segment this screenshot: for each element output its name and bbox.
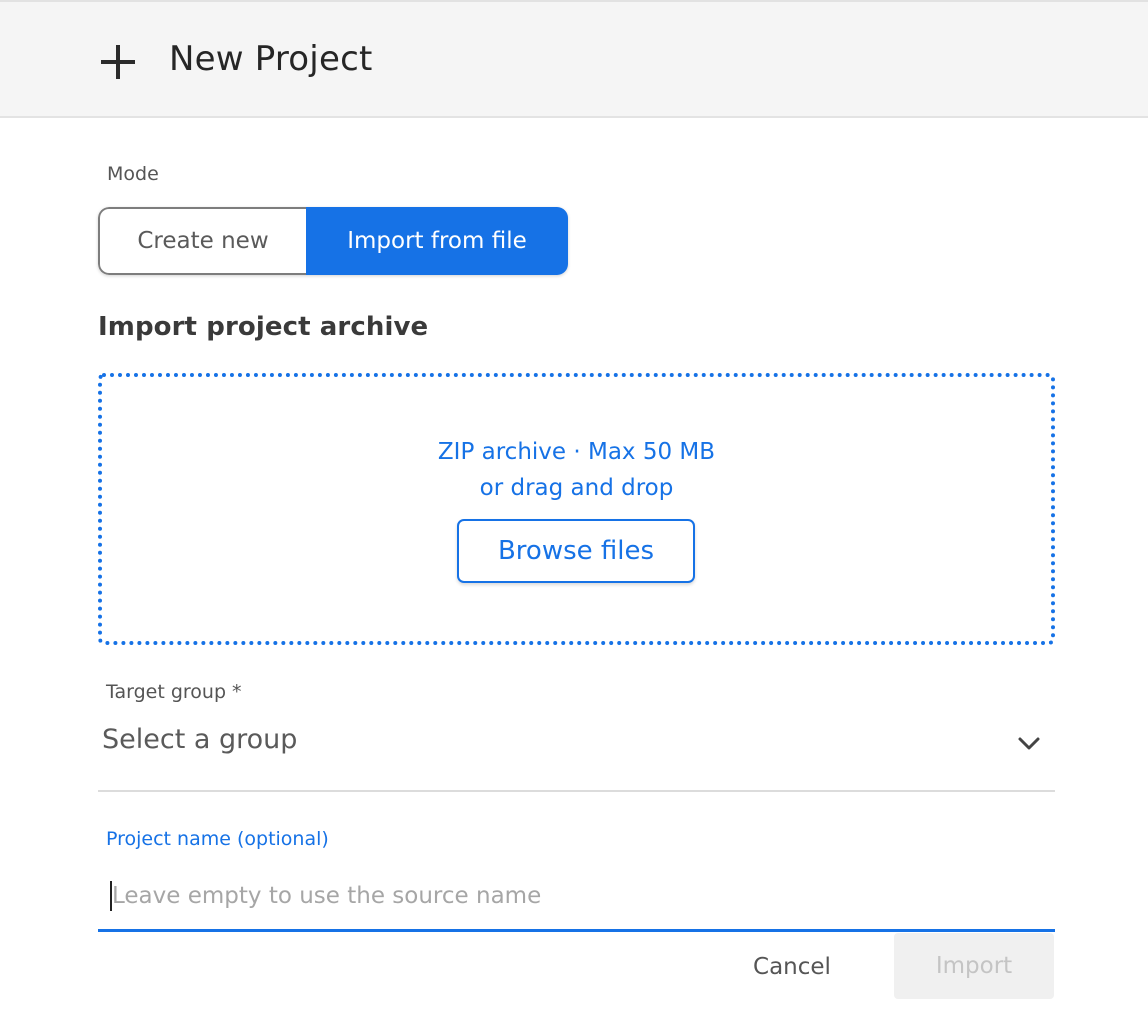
target-group-select[interactable]: Select a group bbox=[98, 714, 1055, 792]
cancel-button[interactable]: Cancel bbox=[732, 942, 852, 992]
file-dropzone[interactable]: ZIP archive · Max 50 MB or drag and drop… bbox=[98, 373, 1055, 645]
new-project-dialog: New Project Mode Create new Import from … bbox=[0, 0, 1148, 1026]
import-button[interactable]: Import bbox=[894, 933, 1054, 999]
dropzone-hint-drag: or drag and drop bbox=[479, 475, 674, 501]
text-caret bbox=[110, 881, 112, 911]
plus-icon bbox=[101, 45, 135, 79]
import-section-title: Import project archive bbox=[98, 312, 429, 342]
mode-label: Mode bbox=[107, 163, 159, 185]
mode-import-from-file-button[interactable]: Import from file bbox=[306, 207, 568, 275]
dialog-title: New Project bbox=[169, 39, 373, 79]
project-name-input[interactable] bbox=[110, 878, 1040, 914]
project-name-label: Project name (optional) bbox=[106, 828, 329, 850]
target-group-value: Select a group bbox=[102, 724, 298, 755]
target-group-label: Target group * bbox=[106, 681, 242, 703]
mode-create-new-button[interactable]: Create new bbox=[98, 207, 306, 275]
dropzone-hint-format: ZIP archive · Max 50 MB bbox=[437, 439, 716, 465]
project-name-field bbox=[98, 864, 1055, 932]
chevron-down-icon bbox=[1018, 737, 1040, 750]
browse-files-button[interactable]: Browse files bbox=[457, 519, 695, 583]
mode-toggle: Create new Import from file bbox=[98, 207, 568, 275]
dialog-header: New Project bbox=[0, 2, 1148, 118]
